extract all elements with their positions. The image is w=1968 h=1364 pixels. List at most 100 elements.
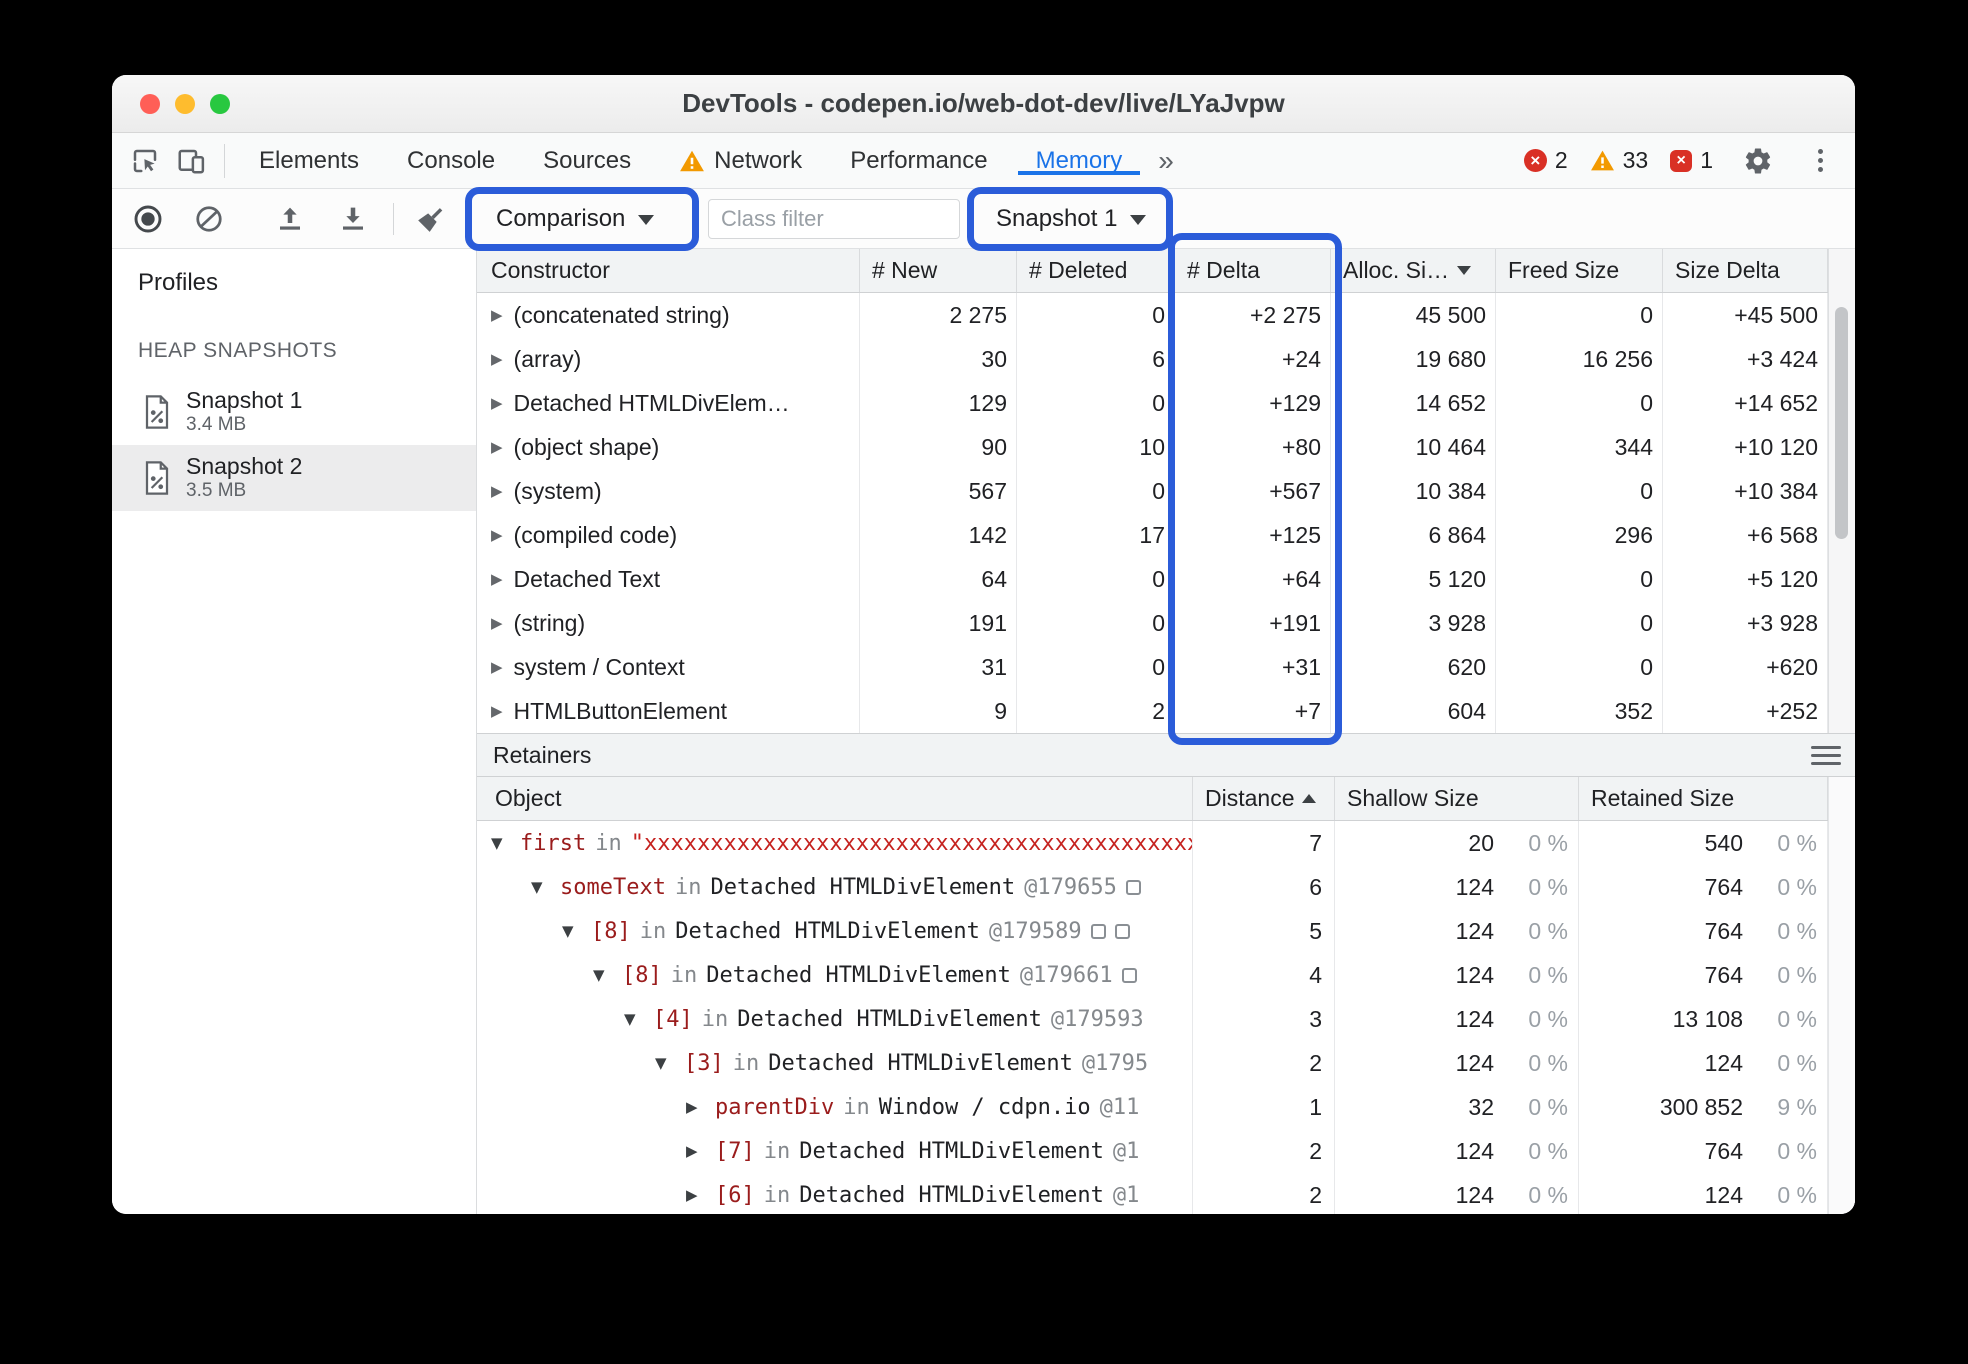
alloc-size-cell: 5 120 <box>1331 557 1496 601</box>
deleted-count-cell: 0 <box>1017 557 1175 601</box>
profiles-sidebar: Profiles HEAP SNAPSHOTS Snapshot 1 3.4 M… <box>112 249 477 1214</box>
disclosure-triangle-icon[interactable] <box>491 614 503 632</box>
disclosure-triangle-icon[interactable] <box>491 482 503 500</box>
heap-table-row[interactable]: (compiled code) 142 17 +125 6 864 296 +6… <box>477 513 1855 557</box>
tree-arrow-icon[interactable]: ▼ <box>562 922 582 940</box>
tree-arrow-icon[interactable]: ▶ <box>686 1186 706 1204</box>
shallow-size-percent: 0 % <box>1528 1005 1568 1032</box>
more-tabs-button[interactable]: » <box>1146 145 1186 177</box>
comparison-dropdown-label: Comparison <box>496 204 626 232</box>
record-heap-snapshot-button[interactable] <box>132 203 164 235</box>
tab-sources[interactable]: Sources <box>519 147 655 175</box>
retainer-property: parentDiv <box>715 1094 835 1120</box>
disclosure-triangle-icon[interactable] <box>491 438 503 456</box>
inspect-element-button[interactable] <box>122 139 168 183</box>
column-header-deleted[interactable]: # Deleted <box>1017 249 1175 292</box>
tab-label: Console <box>407 146 496 174</box>
vertical-scrollbar[interactable] <box>1828 249 1855 733</box>
tree-arrow-icon[interactable]: ▼ <box>531 878 551 896</box>
heap-table-row[interactable]: Detached HTMLDivElem… 129 0 +129 14 652 … <box>477 381 1855 425</box>
heap-table-row[interactable]: (system) 567 0 +567 10 384 0 +10 384 <box>477 469 1855 513</box>
column-header-size-delta[interactable]: Size Delta <box>1663 249 1828 292</box>
retainer-row[interactable]: ▶ [7] in Detached HTMLDivElement @1 2 12… <box>477 1129 1855 1173</box>
retainer-object-id: @179589 <box>988 918 1082 944</box>
column-header-new[interactable]: # New <box>860 249 1017 292</box>
zoom-window-button[interactable] <box>210 93 230 114</box>
column-header-constructor[interactable]: Constructor <box>477 249 860 292</box>
column-header-freed-size[interactable]: Freed Size <box>1496 249 1663 292</box>
retainer-row[interactable]: ▼ someText in Detached HTMLDivElement @1… <box>477 865 1855 909</box>
heap-table-row[interactable]: Detached Text 64 0 +64 5 120 0 +5 120 <box>477 557 1855 601</box>
retainer-row[interactable]: ▼ first in "xxxxxxxxxxxxxxxxxxxxxxxxxxxx… <box>477 821 1855 865</box>
tree-arrow-icon[interactable]: ▼ <box>491 834 511 852</box>
disclosure-triangle-icon[interactable] <box>491 526 503 544</box>
size-delta-cell: +3 424 <box>1663 337 1828 381</box>
close-window-button[interactable] <box>140 93 160 114</box>
disclosure-triangle-icon[interactable] <box>491 306 503 324</box>
column-header-retained-size[interactable]: Retained Size <box>1579 777 1828 820</box>
new-count-cell: 31 <box>860 645 1017 689</box>
column-header-shallow-size[interactable]: Shallow Size <box>1335 777 1579 820</box>
alloc-size-cell: 10 384 <box>1331 469 1496 513</box>
tree-arrow-icon[interactable]: ▼ <box>593 966 613 984</box>
tab-elements[interactable]: Elements <box>235 147 383 175</box>
tab-memory[interactable]: Memory <box>1012 147 1147 175</box>
retainer-row[interactable]: ▼ [3] in Detached HTMLDivElement @1795 2 <box>477 1041 1855 1085</box>
disclosure-triangle-icon[interactable] <box>491 702 503 720</box>
issues-count-badge[interactable]: × 1 <box>1670 147 1713 174</box>
retainers-menu-button[interactable] <box>1811 745 1841 765</box>
snapshot-item[interactable]: Snapshot 1 3.4 MB <box>112 379 476 445</box>
retainer-row[interactable]: ▼ [4] in Detached HTMLDivElement @179593… <box>477 997 1855 1041</box>
heap-table-row[interactable]: (string) 191 0 +191 3 928 0 +3 928 <box>477 601 1855 645</box>
tree-arrow-icon[interactable]: ▼ <box>655 1054 675 1072</box>
tree-arrow-icon[interactable]: ▶ <box>686 1098 706 1116</box>
snapshot-item[interactable]: Snapshot 2 3.5 MB <box>112 445 476 511</box>
freed-size-cell: 0 <box>1496 293 1663 337</box>
scrollbar-thumb[interactable] <box>1835 307 1848 539</box>
tree-arrow-icon[interactable]: ▼ <box>624 1010 644 1028</box>
column-header-object[interactable]: Object <box>477 777 1193 820</box>
baseline-snapshot-dropdown[interactable]: Snapshot 1 <box>996 205 1147 233</box>
tree-arrow-icon[interactable]: ▶ <box>686 1142 706 1160</box>
column-header-alloc-size[interactable]: Alloc. Si… <box>1331 249 1496 292</box>
tab-network[interactable]: Network <box>655 147 826 175</box>
device-toolbar-button[interactable] <box>168 139 214 183</box>
snapshot-name: Snapshot 1 <box>186 387 303 414</box>
comparison-dropdown[interactable]: Comparison <box>496 204 655 233</box>
tab-console[interactable]: Console <box>383 147 519 175</box>
disclosure-triangle-icon[interactable] <box>491 394 503 412</box>
heap-table-row[interactable]: (object shape) 90 10 +80 10 464 344 +10 … <box>477 425 1855 469</box>
heap-table-row[interactable]: system / Context 31 0 +31 620 0 +620 <box>477 645 1855 689</box>
freed-size-cell: 0 <box>1496 601 1663 645</box>
error-count-badge[interactable]: × 2 <box>1523 147 1568 174</box>
retainer-row[interactable]: ▶ parentDiv in Window / cdpn.io @11 1 32… <box>477 1085 1855 1129</box>
heap-table-row[interactable]: (array) 30 6 +24 19 680 16 256 +3 424 <box>477 337 1855 381</box>
snapshot-name: Snapshot 2 <box>186 453 303 480</box>
save-profile-button[interactable] <box>337 203 369 235</box>
warning-count-badge[interactable]: 33 <box>1590 147 1648 174</box>
retainers-scrollbar-gutter[interactable] <box>1828 777 1855 1214</box>
disclosure-triangle-icon[interactable] <box>491 350 503 368</box>
clear-profiles-button[interactable] <box>194 204 224 234</box>
retainer-in-label: in <box>763 1138 791 1164</box>
main-menu-button[interactable] <box>1803 141 1837 181</box>
retainer-row[interactable]: ▼ [8] in Detached HTMLDivElement @179589… <box>477 909 1855 953</box>
heap-table-row[interactable]: (concatenated string) 2 275 0 +2 275 45 … <box>477 293 1855 337</box>
class-filter-input[interactable] <box>708 199 960 239</box>
clear-all-button[interactable] <box>415 203 447 235</box>
disclosure-triangle-icon[interactable] <box>491 570 503 588</box>
minimize-window-button[interactable] <box>175 93 195 114</box>
disclosure-triangle-icon[interactable] <box>491 658 503 676</box>
settings-button[interactable] <box>1735 139 1781 183</box>
retainer-row[interactable]: ▶ [6] in Detached HTMLDivElement @1 2 12… <box>477 1173 1855 1214</box>
retainer-row[interactable]: ▼ [8] in Detached HTMLDivElement @179661… <box>477 953 1855 997</box>
heap-table-row[interactable]: HTMLButtonElement 9 2 +7 604 352 +252 <box>477 689 1855 733</box>
load-profile-button[interactable] <box>274 203 306 235</box>
retained-size-percent: 0 % <box>1777 873 1817 900</box>
column-header-delta[interactable]: # Delta <box>1175 249 1331 292</box>
tab-performance[interactable]: Performance <box>826 147 1011 175</box>
column-header-distance[interactable]: Distance <box>1193 777 1335 820</box>
retained-size-percent: 0 % <box>1777 1005 1817 1032</box>
